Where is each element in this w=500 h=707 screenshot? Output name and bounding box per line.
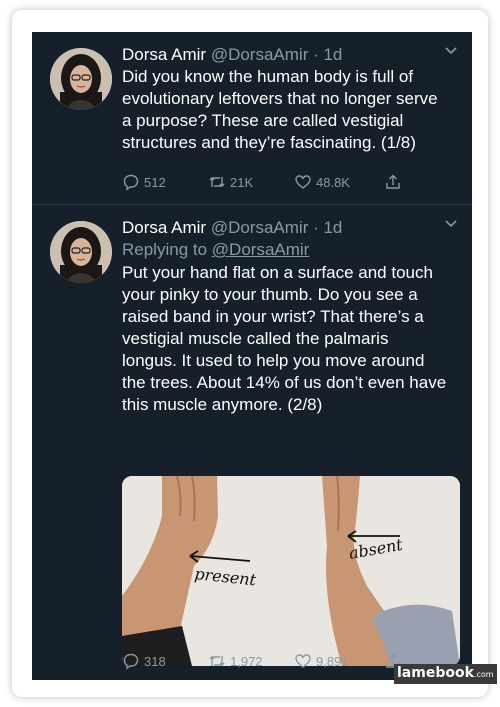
tweet-header: Dorsa Amir @DorsaAmir · 1d [122,217,342,239]
tweet-header: Dorsa Amir @DorsaAmir · 1d [122,44,342,66]
like-icon [295,654,311,668]
replying-to-label: Replying to [122,240,208,259]
tweet-1[interactable]: Dorsa Amir @DorsaAmir · 1d Did you know … [32,32,472,205]
retweet-button[interactable]: 21K [208,173,294,191]
tweet-actions: 512 21K 48.8K [122,171,406,193]
author-handle[interactable]: @DorsaAmir [211,218,309,237]
reply-count: 512 [144,174,166,190]
replying-to: Replying to @DorsaAmir [122,239,309,261]
author-name[interactable]: Dorsa Amir [122,218,206,237]
retweet-icon [209,656,225,666]
watermark-main: lamebook [397,665,474,681]
tweet-text: Put your hand flat on a surface and touc… [122,262,458,416]
like-button[interactable]: 9,891 [294,652,384,670]
like-count: 48.8K [316,174,350,190]
retweet-icon [209,177,225,187]
tweet-text-line: evolutionary leftovers that no longer se… [122,89,438,108]
tweet-text-line: raised band in your wrist? That there’s … [122,307,424,326]
author-name[interactable]: Dorsa Amir [122,45,206,64]
tweet-time[interactable]: · 1d [313,218,342,237]
tweet-text-line: longus. It used to help you move around [122,351,425,370]
reply-count: 318 [144,653,166,669]
watermark-suffix: .com [473,670,494,679]
retweet-count: 1,972 [230,653,263,669]
avatar[interactable] [50,221,112,283]
twitter-thread-screen: Dorsa Amir @DorsaAmir · 1d Did you know … [32,32,472,680]
lamebook-watermark: lamebook.com [394,664,497,684]
chevron-down-icon[interactable] [444,44,458,58]
tweet-text-line: Did you know the human body is full of [122,67,414,86]
share-icon [386,174,400,189]
chevron-down-icon[interactable] [444,217,458,231]
reply-icon [123,653,139,670]
retweet-button[interactable]: 1,972 [208,652,294,670]
author-handle[interactable]: @DorsaAmir [211,45,309,64]
tweet-photo[interactable]: present absent [122,476,460,666]
avatar[interactable] [50,48,112,110]
reply-icon [123,174,139,191]
replying-to-link[interactable]: @DorsaAmir [212,240,310,259]
tweet-text-line: Put your hand flat on a surface and touc… [122,263,433,282]
like-button[interactable]: 48.8K [294,173,384,191]
tweet-text-line: this muscle anymore. (2/8) [122,395,323,414]
like-icon [295,175,311,189]
reply-button[interactable]: 512 [122,173,208,191]
tweet-text-line: vestigial muscle called the palmaris [122,329,389,348]
tweet-text-line: structures and they’re fascinating. (1/8… [122,133,416,152]
retweet-count: 21K [230,174,254,190]
tweet-text-line: a purpose? These are called vestigial [122,111,404,130]
tweet-text-line: the trees. About 14% of us don’t even ha… [122,373,447,392]
tweet-text: Did you know the human body is full of e… [122,66,458,154]
tweet-text-line: your pinky to your thumb. Do you see a [122,285,418,304]
tweet-time[interactable]: · 1d [313,45,342,64]
reply-button[interactable]: 318 [122,652,208,670]
share-button[interactable] [384,173,406,191]
tweet-actions: 318 1,972 9,891 [122,650,406,672]
tweet-2[interactable]: Dorsa Amir @DorsaAmir · 1d Replying to @… [32,205,472,680]
like-count: 9,891 [316,653,349,669]
